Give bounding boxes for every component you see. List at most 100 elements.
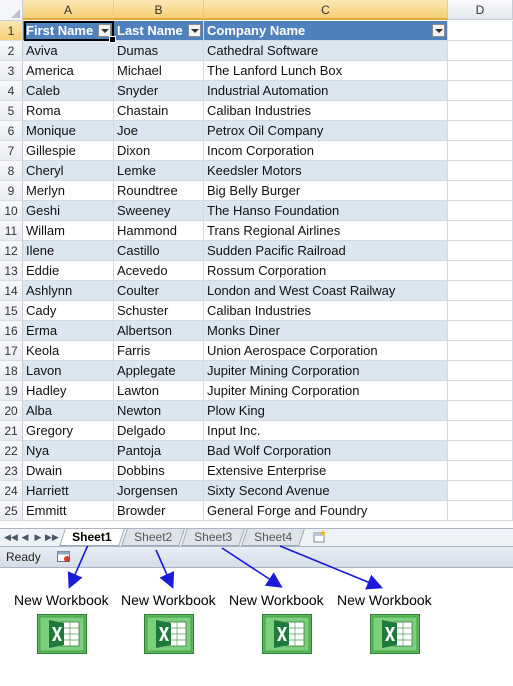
filter-dropdown-icon[interactable] <box>432 24 445 37</box>
table-cell[interactable] <box>448 401 513 421</box>
table-cell[interactable]: General Forge and Foundry <box>204 501 448 521</box>
table-cell[interactable]: Plow King <box>204 401 448 421</box>
sheet-tab-1[interactable]: Sheet1 <box>59 529 125 546</box>
table-cell[interactable]: Rossum Corporation <box>204 261 448 281</box>
table-cell[interactable] <box>448 261 513 281</box>
table-cell[interactable] <box>448 321 513 341</box>
table-cell[interactable]: Caleb <box>23 81 114 101</box>
row-number[interactable]: 25 <box>0 501 23 521</box>
table-cell[interactable]: Jorgensen <box>114 481 204 501</box>
table-cell[interactable]: Sixty Second Avenue <box>204 481 448 501</box>
row-number[interactable]: 8 <box>0 161 23 181</box>
table-cell[interactable]: Albertson <box>114 321 204 341</box>
table-cell[interactable] <box>448 221 513 241</box>
table-cell[interactable]: Castillo <box>114 241 204 261</box>
filter-dropdown-icon[interactable] <box>188 24 201 37</box>
table-cell[interactable]: Applegate <box>114 361 204 381</box>
table-cell[interactable]: Incom Corporation <box>204 141 448 161</box>
table-cell[interactable] <box>448 201 513 221</box>
table-cell[interactable]: Schuster <box>114 301 204 321</box>
table-cell[interactable] <box>448 161 513 181</box>
excel-workbook-icon[interactable] <box>144 614 194 654</box>
table-cell[interactable]: Hammond <box>114 221 204 241</box>
sheet-tab-2[interactable]: Sheet2 <box>121 529 185 546</box>
table-cell[interactable]: Emmitt <box>23 501 114 521</box>
table-cell[interactable] <box>448 381 513 401</box>
row-number[interactable]: 22 <box>0 441 23 461</box>
header-cell[interactable]: Last Name <box>114 21 204 41</box>
row-number[interactable]: 7 <box>0 141 23 161</box>
table-cell[interactable] <box>448 501 513 521</box>
header-cell[interactable]: First Name <box>23 21 114 41</box>
table-cell[interactable]: Delgado <box>114 421 204 441</box>
table-cell[interactable]: Caliban Industries <box>204 101 448 121</box>
table-cell[interactable] <box>448 181 513 201</box>
table-cell[interactable]: Alba <box>23 401 114 421</box>
table-cell[interactable] <box>448 481 513 501</box>
row-number[interactable]: 4 <box>0 81 23 101</box>
table-cell[interactable]: Sudden Pacific Railroad <box>204 241 448 261</box>
table-cell[interactable]: Keedsler Motors <box>204 161 448 181</box>
table-cell[interactable]: Joe <box>114 121 204 141</box>
next-sheet-nav-icon[interactable]: ▶ <box>32 531 44 543</box>
table-cell[interactable] <box>448 41 513 61</box>
table-cell[interactable]: Cathedral Software <box>204 41 448 61</box>
table-cell[interactable]: Monique <box>23 121 114 141</box>
last-sheet-nav-icon[interactable]: ▶▶ <box>45 531 59 543</box>
table-cell[interactable]: Jupiter Mining Corporation <box>204 381 448 401</box>
table-cell[interactable] <box>448 61 513 81</box>
table-cell[interactable]: Snyder <box>114 81 204 101</box>
table-cell[interactable]: Union Aerospace Corporation <box>204 341 448 361</box>
row-number[interactable]: 23 <box>0 461 23 481</box>
new-sheet-icon[interactable] <box>312 530 328 544</box>
row-number[interactable]: 19 <box>0 381 23 401</box>
first-sheet-nav-icon[interactable]: ◀◀ <box>4 531 18 543</box>
table-cell[interactable]: Caliban Industries <box>204 301 448 321</box>
sheet-tab-3[interactable]: Sheet3 <box>181 529 245 546</box>
table-cell[interactable]: Monks Diner <box>204 321 448 341</box>
table-cell[interactable]: Dobbins <box>114 461 204 481</box>
column-header-b[interactable]: B <box>114 0 204 20</box>
table-cell[interactable] <box>448 141 513 161</box>
row-number[interactable]: 15 <box>0 301 23 321</box>
row-number[interactable]: 24 <box>0 481 23 501</box>
table-cell[interactable]: Ashlynn <box>23 281 114 301</box>
filter-dropdown-icon[interactable] <box>98 24 111 37</box>
header-cell[interactable]: Company Name <box>204 21 448 41</box>
table-cell[interactable]: Trans Regional Airlines <box>204 221 448 241</box>
table-cell[interactable]: Dixon <box>114 141 204 161</box>
row-number[interactable]: 18 <box>0 361 23 381</box>
table-cell[interactable]: Chastain <box>114 101 204 121</box>
table-cell[interactable]: America <box>23 61 114 81</box>
table-cell[interactable]: Willam <box>23 221 114 241</box>
prev-sheet-nav-icon[interactable]: ◀ <box>19 531 31 543</box>
header-cell[interactable] <box>448 21 513 41</box>
table-cell[interactable]: Eddie <box>23 261 114 281</box>
row-number[interactable]: 1 <box>0 21 23 41</box>
table-cell[interactable] <box>448 301 513 321</box>
table-cell[interactable]: Lawton <box>114 381 204 401</box>
excel-workbook-icon[interactable] <box>370 614 420 654</box>
table-cell[interactable]: Acevedo <box>114 261 204 281</box>
row-number[interactable]: 2 <box>0 41 23 61</box>
table-cell[interactable]: Keola <box>23 341 114 361</box>
row-number[interactable]: 13 <box>0 261 23 281</box>
table-cell[interactable]: Browder <box>114 501 204 521</box>
table-cell[interactable]: Erma <box>23 321 114 341</box>
column-header-c[interactable]: C <box>204 0 448 20</box>
table-cell[interactable] <box>448 461 513 481</box>
table-cell[interactable]: Big Belly Burger <box>204 181 448 201</box>
table-cell[interactable]: Michael <box>114 61 204 81</box>
table-cell[interactable]: Cady <box>23 301 114 321</box>
table-cell[interactable]: Aviva <box>23 41 114 61</box>
excel-workbook-icon[interactable] <box>37 614 87 654</box>
table-cell[interactable]: The Hanso Foundation <box>204 201 448 221</box>
table-cell[interactable]: Geshi <box>23 201 114 221</box>
column-header-a[interactable]: A <box>23 0 114 20</box>
table-cell[interactable]: Newton <box>114 401 204 421</box>
excel-workbook-icon[interactable] <box>262 614 312 654</box>
table-cell[interactable]: Gregory <box>23 421 114 441</box>
table-cell[interactable]: Roma <box>23 101 114 121</box>
table-cell[interactable]: Coulter <box>114 281 204 301</box>
row-number[interactable]: 20 <box>0 401 23 421</box>
